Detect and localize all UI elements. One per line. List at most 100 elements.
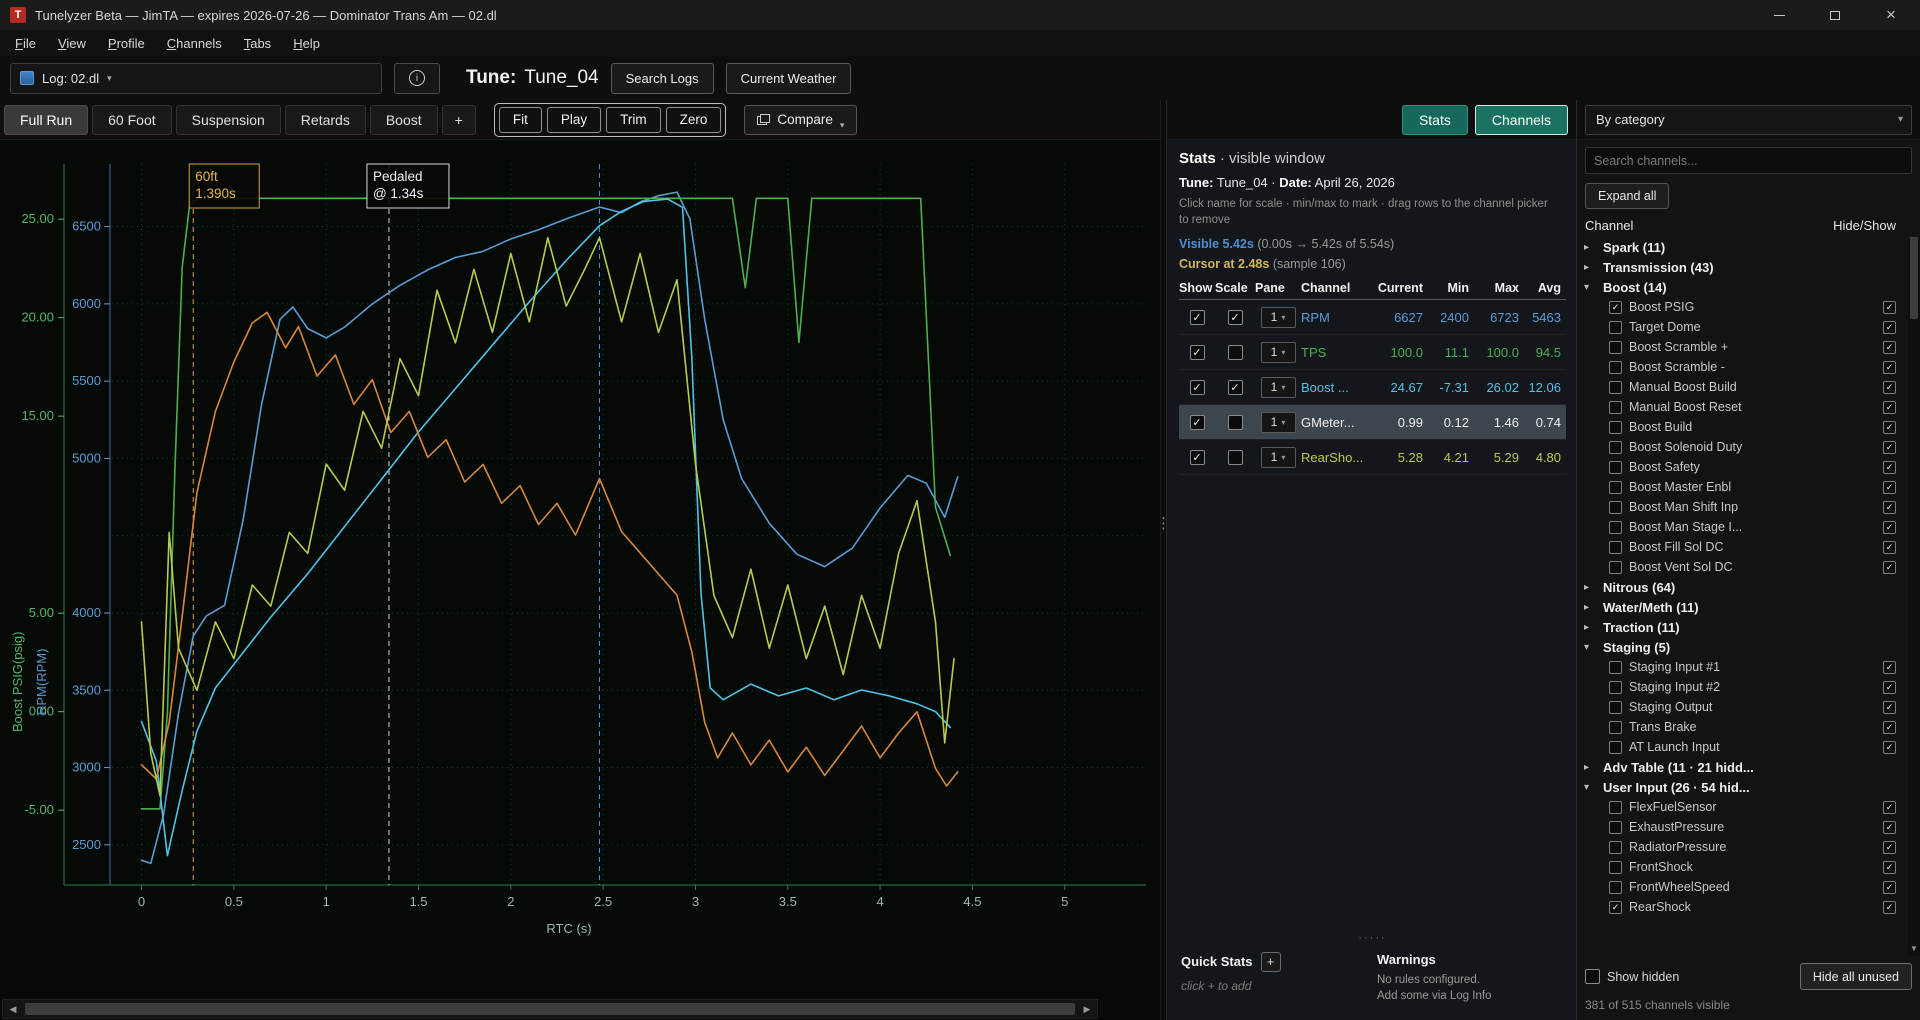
channel-visible-checkbox[interactable] xyxy=(1883,441,1896,454)
channel-visible-checkbox[interactable] xyxy=(1883,801,1896,814)
channel-visible-checkbox[interactable] xyxy=(1883,721,1896,734)
pane-select[interactable]: 1 xyxy=(1261,342,1296,363)
chart-svg[interactable]: 25.0020.0015.005.000.00-5.00650060005500… xyxy=(0,140,1160,998)
show-hidden-toggle[interactable]: Show hidden xyxy=(1585,969,1679,984)
channel-value[interactable]: RearSho... xyxy=(1301,450,1365,465)
tree-channel-boost-build[interactable]: Boost Build xyxy=(1577,417,1920,437)
channel-visible-checkbox[interactable] xyxy=(1883,701,1896,714)
tree-channel-radiatorpressure[interactable]: RadiatorPressure xyxy=(1577,837,1920,857)
channel-select-checkbox[interactable] xyxy=(1609,821,1622,834)
menu-item-channels[interactable]: Channels xyxy=(156,32,233,55)
channel-search-input[interactable] xyxy=(1585,147,1912,174)
tree-channel-boost-psig[interactable]: Boost PSIG xyxy=(1577,297,1920,317)
close-button[interactable]: × xyxy=(1880,5,1902,25)
tree-channel-staging-output[interactable]: Staging Output xyxy=(1577,697,1920,717)
channel-visible-checkbox[interactable] xyxy=(1883,301,1896,314)
chevron-right-icon[interactable]: ▸ xyxy=(1584,582,1596,593)
channel-select-checkbox[interactable] xyxy=(1609,401,1622,414)
channel-tree-scrollbar[interactable]: ▲ ▼ xyxy=(1908,237,1920,956)
tree-category-spark[interactable]: ▸Spark (11) xyxy=(1577,237,1920,257)
current-weather-button[interactable]: Current Weather xyxy=(726,63,852,94)
show-checkbox[interactable] xyxy=(1190,310,1205,325)
chart-stats-splitter[interactable] xyxy=(1160,100,1166,1020)
log-select[interactable]: Log: 02.dl ▾ xyxy=(10,63,382,94)
toggle-stats[interactable]: Stats xyxy=(1402,105,1468,135)
scroll-down-icon[interactable]: ▼ xyxy=(1910,942,1918,956)
stats-row-tps[interactable]: 1TPS100.011.1100.094.5 xyxy=(1179,335,1566,370)
pane-select[interactable]: 1 xyxy=(1261,307,1296,328)
channel-visible-checkbox[interactable] xyxy=(1883,501,1896,514)
stats-row-rpm[interactable]: 1RPM6627240067235463 xyxy=(1179,300,1566,335)
maximize-button[interactable] xyxy=(1824,5,1846,25)
zero-button[interactable]: Zero xyxy=(666,107,722,133)
play-button[interactable]: Play xyxy=(547,107,601,133)
channel-visible-checkbox[interactable] xyxy=(1883,821,1896,834)
chevron-right-icon[interactable]: ▸ xyxy=(1584,602,1596,613)
minimize-button[interactable] xyxy=(1768,5,1790,25)
trim-button[interactable]: Trim xyxy=(606,107,661,133)
tree-category-water/meth[interactable]: ▸Water/Meth (11) xyxy=(1577,597,1920,617)
menu-item-view[interactable]: View xyxy=(47,32,97,55)
stats-row-boost[interactable]: 1Boost ...24.67-7.3126.0212.06 xyxy=(1179,370,1566,405)
tab-full-run[interactable]: Full Run xyxy=(4,105,88,135)
fit-button[interactable]: Fit xyxy=(499,107,542,133)
channel-visible-checkbox[interactable] xyxy=(1883,421,1896,434)
tree-category-traction[interactable]: ▸Traction (11) xyxy=(1577,617,1920,637)
channel-select-checkbox[interactable] xyxy=(1609,901,1622,914)
stats-row-gmeter[interactable]: 1GMeter...0.990.121.460.74 xyxy=(1179,405,1566,440)
expand-all-button[interactable]: Expand all xyxy=(1585,183,1669,209)
info-button[interactable]: i xyxy=(394,63,440,94)
channel-visible-checkbox[interactable] xyxy=(1883,681,1896,694)
menu-item-profile[interactable]: Profile xyxy=(97,32,156,55)
category-select[interactable]: By category xyxy=(1585,105,1912,135)
pane-select[interactable]: 1 xyxy=(1261,412,1296,433)
tab-suspension[interactable]: Suspension xyxy=(176,105,281,135)
tree-category-nitrous[interactable]: ▸Nitrous (64) xyxy=(1577,577,1920,597)
menu-item-tabs[interactable]: Tabs xyxy=(233,32,282,55)
channel-select-checkbox[interactable] xyxy=(1609,461,1622,474)
tree-channel-boost-man-stage-i-[interactable]: Boost Man Stage I... xyxy=(1577,517,1920,537)
tree-channel-trans-brake[interactable]: Trans Brake xyxy=(1577,717,1920,737)
channel-select-checkbox[interactable] xyxy=(1609,321,1622,334)
tree-channel-boost-man-shift-inp[interactable]: Boost Man Shift Inp xyxy=(1577,497,1920,517)
tree-channel-target-dome[interactable]: Target Dome xyxy=(1577,317,1920,337)
tree-category-boost[interactable]: ▾Boost (14) xyxy=(1577,277,1920,297)
channel-visible-checkbox[interactable] xyxy=(1883,841,1896,854)
scale-checkbox[interactable] xyxy=(1228,415,1243,430)
stats-footer-splitter[interactable]: ····· xyxy=(1179,930,1566,946)
channel-select-checkbox[interactable] xyxy=(1609,561,1622,574)
channel-select-checkbox[interactable] xyxy=(1609,681,1622,694)
tree-category-staging[interactable]: ▾Staging (5) xyxy=(1577,637,1920,657)
add-tab-button[interactable]: + xyxy=(442,105,476,135)
tree-channel-boost-scramble-[interactable]: Boost Scramble + xyxy=(1577,337,1920,357)
channel-value[interactable]: TPS xyxy=(1301,345,1365,360)
channel-visible-checkbox[interactable] xyxy=(1883,461,1896,474)
channel-select-checkbox[interactable] xyxy=(1609,541,1622,554)
tree-channel-boost-solenoid-duty[interactable]: Boost Solenoid Duty xyxy=(1577,437,1920,457)
pane-select[interactable]: 1 xyxy=(1261,447,1296,468)
scale-checkbox[interactable] xyxy=(1228,345,1243,360)
tree-category-user[interactable]: ▾User Input (26 · 54 hid... xyxy=(1577,777,1920,797)
menu-item-help[interactable]: Help xyxy=(282,32,331,55)
stats-row-rearsho[interactable]: 1RearSho...5.284.215.294.80 xyxy=(1179,440,1566,475)
channel-select-checkbox[interactable] xyxy=(1609,381,1622,394)
channel-select-checkbox[interactable] xyxy=(1609,881,1622,894)
channel-visible-checkbox[interactable] xyxy=(1883,881,1896,894)
chevron-down-icon[interactable]: ▾ xyxy=(1584,282,1596,293)
chevron-down-icon[interactable]: ▾ xyxy=(1584,642,1596,653)
channel-select-checkbox[interactable] xyxy=(1609,801,1622,814)
channel-select-checkbox[interactable] xyxy=(1609,721,1622,734)
tab-60-foot[interactable]: 60 Foot xyxy=(92,105,171,135)
chevron-down-icon[interactable]: ▾ xyxy=(1584,782,1596,793)
compare-button[interactable]: Compare ▾ xyxy=(744,105,857,135)
channel-value[interactable]: GMeter... xyxy=(1301,415,1365,430)
show-checkbox[interactable] xyxy=(1190,380,1205,395)
channel-select-checkbox[interactable] xyxy=(1609,841,1622,854)
show-checkbox[interactable] xyxy=(1190,450,1205,465)
tree-channel-staging-input-1[interactable]: Staging Input #1 xyxy=(1577,657,1920,677)
scrollbar-thumb[interactable] xyxy=(1910,237,1918,319)
channel-visible-checkbox[interactable] xyxy=(1883,361,1896,374)
show-hidden-checkbox[interactable] xyxy=(1585,969,1600,984)
channel-visible-checkbox[interactable] xyxy=(1883,661,1896,674)
scrollbar-thumb[interactable] xyxy=(25,1003,1075,1015)
